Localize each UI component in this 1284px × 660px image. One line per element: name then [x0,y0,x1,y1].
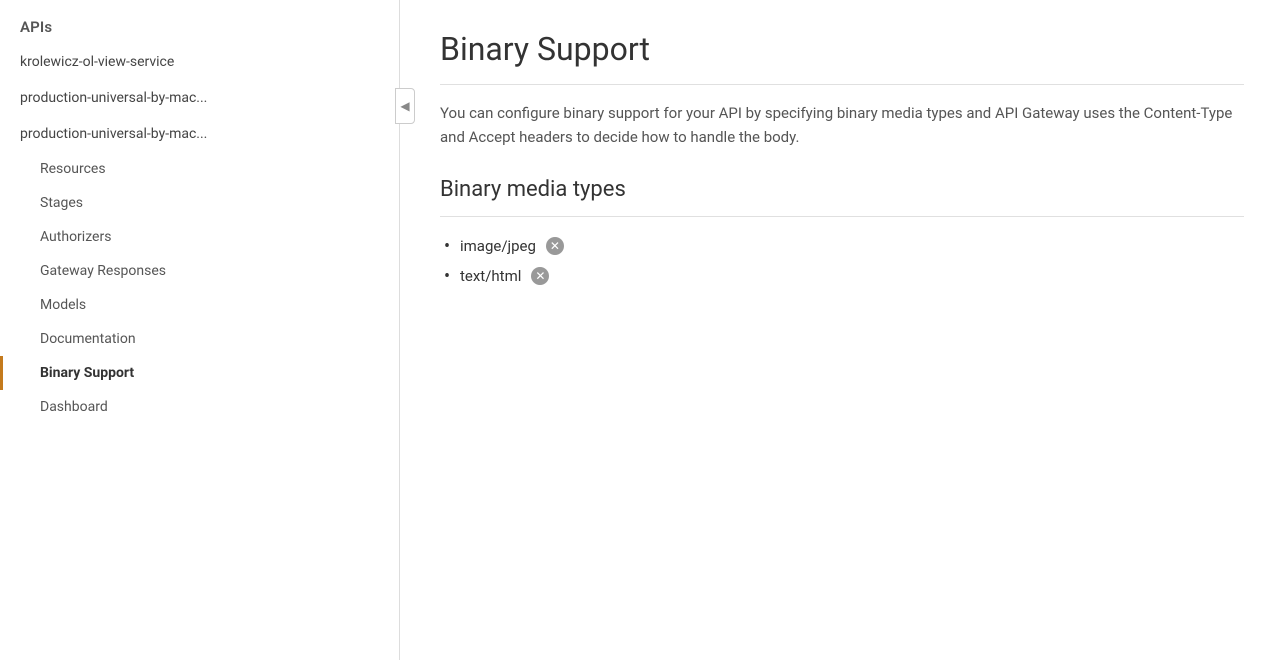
remove-media-type-mt-2[interactable]: ✕ [531,267,549,285]
sidebar-item-stages[interactable]: Stages [0,186,399,220]
main-content-area: Binary Support You can configure binary … [400,0,1284,660]
media-type-list: image/jpeg ✕ text/html ✕ [440,231,1244,291]
sidebar-item-binary-support[interactable]: Binary Support [0,356,399,390]
sidebar-item-authorizers[interactable]: Authorizers [0,220,399,254]
remove-media-type-mt-1[interactable]: ✕ [546,237,564,255]
media-type-item-mt-2: text/html ✕ [440,261,1244,291]
api-items-list: krolewicz-ol-view-serviceproduction-univ… [0,44,399,152]
sidebar: APIs krolewicz-ol-view-serviceproduction… [0,0,400,660]
sidebar-item-gateway-responses[interactable]: Gateway Responses [0,254,399,288]
sub-items-list: ResourcesStagesAuthorizersGateway Respon… [0,152,399,424]
description-text: You can configure binary support for you… [440,101,1244,149]
sidebar-item-dashboard[interactable]: Dashboard [0,390,399,424]
sidebar-item-documentation[interactable]: Documentation [0,322,399,356]
media-type-item-mt-1: image/jpeg ✕ [440,231,1244,261]
page-title: Binary Support [440,30,1244,85]
sidebar-item-api-3[interactable]: production-universal-by-mac... [0,116,399,152]
sidebar-item-api-1[interactable]: krolewicz-ol-view-service [0,44,399,80]
sidebar-collapse-button[interactable]: ◀ [395,88,415,124]
media-type-value-mt-2: text/html [460,267,521,285]
sidebar-item-api-2[interactable]: production-universal-by-mac... [0,80,399,116]
media-type-value-mt-1: image/jpeg [460,237,536,255]
sidebar-item-resources[interactable]: Resources [0,152,399,186]
chevron-left-icon: ◀ [400,99,409,113]
binary-media-types-heading: Binary media types [440,177,1244,217]
sidebar-section-title: APIs [0,10,399,44]
sidebar-item-models[interactable]: Models [0,288,399,322]
